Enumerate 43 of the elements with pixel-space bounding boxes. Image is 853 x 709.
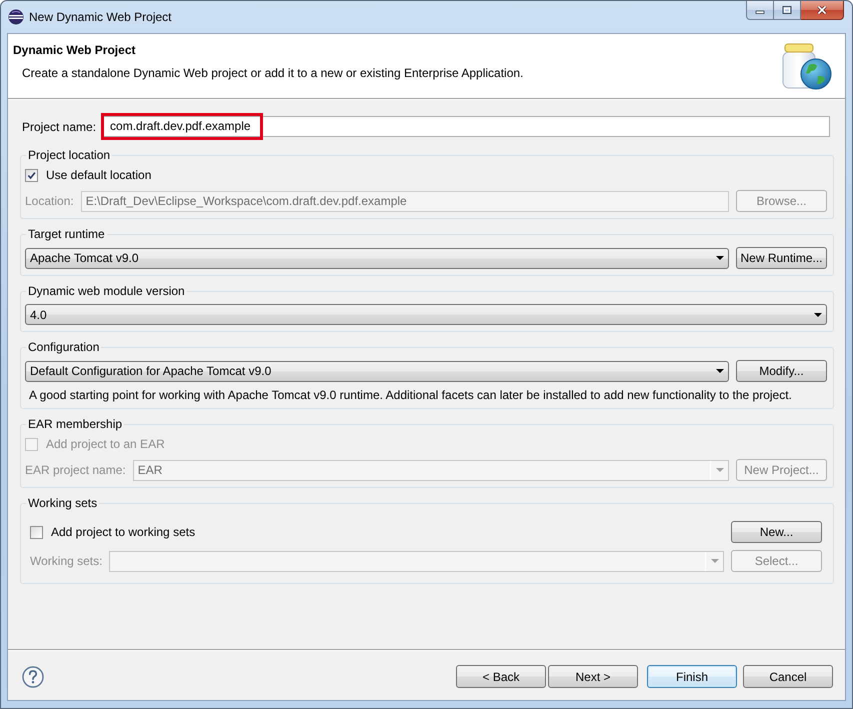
jar-globe-icon [780, 43, 832, 91]
field-label: EAR project name: [25, 463, 126, 477]
dropdown[interactable]: Default Configuration for Apache Tomcat v9.0 [25, 360, 729, 382]
group-title: Working sets [27, 496, 98, 510]
checkbox-label[interactable]: Use default location [46, 168, 152, 182]
button[interactable]: Next > [548, 665, 638, 688]
group-title: Project location [27, 148, 112, 162]
button[interactable]: New... [731, 521, 822, 543]
group-title: EAR membership [27, 417, 124, 431]
group-title: Dynamic web module version [27, 284, 186, 298]
checkbox[interactable] [25, 168, 38, 182]
dropdown-arrow-icon [716, 369, 724, 373]
window-title: New Dynamic Web Project [29, 10, 172, 24]
button[interactable]: < Back [456, 665, 546, 688]
project-name-field[interactable]: com.draft.dev.pdf.example [101, 116, 830, 137]
help-icon[interactable] [22, 666, 44, 688]
page-title: Dynamic Web Project [13, 43, 136, 58]
checkbox[interactable] [30, 526, 43, 538]
field-label: Project name: [21, 120, 96, 134]
minimize-button[interactable] [746, 1, 774, 20]
button[interactable]: Finish [647, 665, 737, 688]
page-description: Create a standalone Dynamic Web project or add it to a new or existing Enterprise Application. [22, 66, 524, 81]
button[interactable]: New Runtime... [736, 247, 827, 269]
dropdown-arrow-icon [716, 468, 724, 472]
dropdown-arrow-icon [814, 312, 822, 316]
dropdown[interactable]: Apache Tomcat v9.0 [25, 248, 729, 268]
field-label: Working sets: [30, 554, 102, 568]
maximize-icon [782, 6, 792, 14]
maximize-button[interactable] [774, 1, 801, 20]
checkbox-label[interactable]: Add project to working sets [51, 525, 196, 539]
dropdown-arrow-icon [716, 256, 724, 260]
button[interactable]: Modify... [736, 360, 827, 382]
dropdown-arrow-icon [710, 559, 718, 563]
field-label: Location: [25, 194, 74, 208]
close-icon [817, 6, 827, 14]
dropdown[interactable]: 4.0 [25, 304, 827, 325]
group-title: Target runtime [27, 227, 106, 241]
striped-circle-icon [8, 9, 24, 25]
group-title: Configuration [27, 340, 100, 354]
close-button[interactable] [801, 1, 844, 20]
button[interactable]: Cancel [743, 665, 833, 688]
description-text: A good starting point for working with Apache Tomcat v9.0 runtime. Additional facets can later be installed to add new functionality to the project. [29, 389, 792, 402]
checkmark-icon [27, 170, 36, 180]
